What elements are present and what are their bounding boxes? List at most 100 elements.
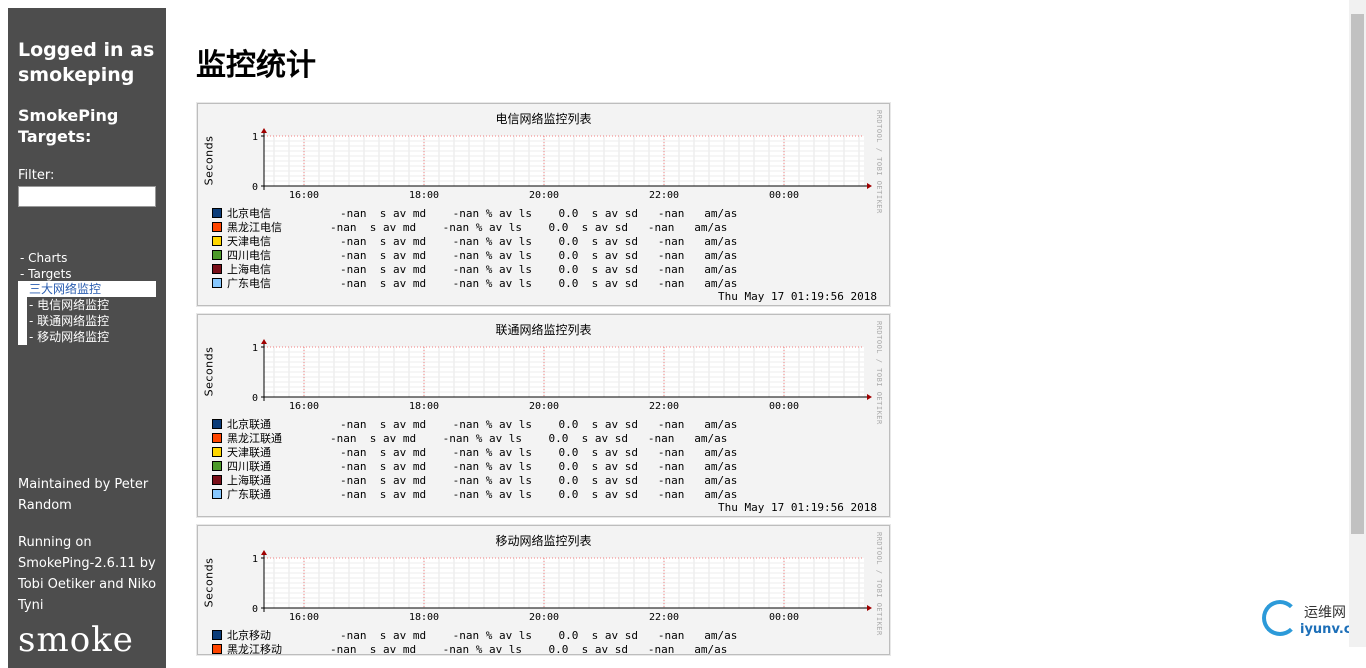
x-axis-arrow [867,605,872,611]
legend-row: 四川电信 -nan s av md -nan % av ls 0.0 s av s… [212,249,737,263]
watermark-logo-icon [1262,600,1298,636]
legend-swatch [212,236,222,246]
legend-stats: -nan s av md -nan % av ls 0.0 s av sd -n… [330,432,728,445]
graph-plot: 16:00 18:00 20:00 22:00 00:00 1 0 [252,339,872,412]
y-tick-label: 1 [252,554,258,565]
graph-timestamp: Thu May 17 01:19:56 2018 [718,290,877,303]
legend-row: 天津电信 -nan s av md -nan % av ls 0.0 s av s… [212,235,737,249]
legend-row: 天津联通 -nan s av md -nan % av ls 0.0 s av s… [212,446,737,460]
x-tick-label: 20:00 [529,190,559,201]
legend-label: 北京电信 [227,207,271,220]
x-axis-arrow [867,183,872,189]
watermark-cn: 运维网 [1304,605,1346,621]
legend-label: 上海电信 [227,263,271,276]
x-tick-label: 00:00 [769,401,799,412]
legend-stats: -nan s av md -nan % av ls 0.0 s av sd -n… [340,235,738,248]
x-tick-label: 18:00 [409,612,439,623]
legend-label: 广东联通 [227,488,271,501]
running-text: Running on SmokePing-2.6.11 by Tobi Oeti… [18,535,157,613]
x-tick-label: 20:00 [529,612,559,623]
legend-label: 天津联通 [227,446,271,459]
graph-timestamp: Thu May 17 01:19:56 2018 [718,501,877,514]
x-tick-label: 00:00 [769,612,799,623]
legend-row: 黑龙江联通 -nan s av md -nan % av ls 0.0 s av … [212,432,727,446]
menu-item-unicom[interactable]: - 联通网络监控 [27,313,156,329]
site-watermark: 运维网 iyunv.com [1262,598,1366,642]
maintainer-text: Maintained by Peter Random [18,477,149,513]
login-status: Logged in as smokeping [18,39,155,86]
sidebar-menu: - Charts - Targets [20,250,72,282]
legend-label: 广东电信 [227,277,271,290]
legend-label: 上海联通 [227,474,271,487]
legend-stats: -nan s av md -nan % av ls 0.0 s av sd -n… [330,221,728,234]
x-tick-label: 16:00 [289,612,319,623]
legend-swatch [212,222,222,232]
legend-swatch [212,208,222,218]
x-tick-label: 22:00 [649,190,679,201]
legend-stats: -nan s av md -nan % av ls 0.0 s av sd -n… [330,643,728,656]
legend-row: 黑龙江移动 -nan s av md -nan % av ls 0.0 s av … [212,643,727,657]
legend-label: 黑龙江电信 [227,221,282,234]
legend-stats: -nan s av md -nan % av ls 0.0 s av sd -n… [340,277,738,290]
legend-stats: -nan s av md -nan % av ls 0.0 s av sd -n… [340,249,738,262]
x-tick-label: 22:00 [649,401,679,412]
legend-row: 四川联通 -nan s av md -nan % av ls 0.0 s av s… [212,460,737,474]
legend-label: 四川联通 [227,460,271,473]
graph-mobile[interactable]: 移动网络监控列表 Seconds RRDTOOL / TOBI OETIKER … [196,524,891,657]
x-tick-label: 18:00 [409,190,439,201]
filter-input[interactable] [18,186,156,207]
x-tick-label: 16:00 [289,190,319,201]
graph-legend: 北京电信 -nan s av md -nan % av ls 0.0 s av s… [212,207,737,291]
legend-stats: -nan s av md -nan % av ls 0.0 s av sd -n… [340,488,738,501]
graph-legend: 北京联通 -nan s av md -nan % av ls 0.0 s av s… [212,418,737,502]
menu-item-active-group[interactable]: 三大网络监控 [18,281,156,297]
legend-stats: -nan s av md -nan % av ls 0.0 s av sd -n… [340,207,738,220]
sidebar: Logged in as smokeping SmokePing Targets… [8,8,166,668]
y-tick-label: 0 [252,393,258,404]
legend-label: 天津电信 [227,235,271,248]
legend-stats: -nan s av md -nan % av ls 0.0 s av sd -n… [340,474,738,487]
menu-item-telecom[interactable]: - 电信网络监控 [27,297,156,313]
legend-swatch [212,264,222,274]
legend-swatch [212,433,222,443]
legend-swatch [212,250,222,260]
page-title: 监控统计 [196,48,316,83]
legend-row: 北京电信 -nan s av md -nan % av ls 0.0 s av s… [212,207,737,221]
legend-row: 广东联通 -nan s av md -nan % av ls 0.0 s av s… [212,488,737,502]
legend-row: 北京联通 -nan s av md -nan % av ls 0.0 s av s… [212,418,737,432]
legend-row: 上海联通 -nan s av md -nan % av ls 0.0 s av s… [212,474,737,488]
legend-swatch [212,489,222,499]
legend-stats: -nan s av md -nan % av ls 0.0 s av sd -n… [340,460,738,473]
y-axis-arrow [261,550,267,555]
menu-item-targets[interactable]: - Targets [20,266,72,282]
targets-heading: SmokePing Targets: [18,106,119,146]
legend-label: 北京移动 [227,629,271,642]
y-axis-arrow [261,128,267,133]
menu-item-mobile[interactable]: - 移动网络监控 [27,329,156,345]
legend-swatch [212,644,222,654]
filter-label: Filter: [18,168,55,183]
y-tick-label: 0 [252,604,258,615]
x-tick-label: 20:00 [529,401,559,412]
graph-telecom[interactable]: 电信网络监控列表 Seconds RRDTOOL / TOBI OETIKER … [196,102,891,307]
legend-stats: -nan s av md -nan % av ls 0.0 s av sd -n… [340,418,738,431]
smokeping-logo: smoke [18,620,134,660]
legend-stats: -nan s av md -nan % av ls 0.0 s av sd -n… [340,629,738,642]
x-tick-label: 18:00 [409,401,439,412]
graph-unicom[interactable]: 联通网络监控列表 Seconds RRDTOOL / TOBI OETIKER … [196,313,891,518]
legend-swatch [212,461,222,471]
y-tick-label: 1 [252,132,258,143]
x-tick-label: 22:00 [649,612,679,623]
legend-row: 广东电信 -nan s av md -nan % av ls 0.0 s av s… [212,277,737,291]
targets-submenu: 三大网络监控 - 电信网络监控 - 联通网络监控 - 移动网络监控 [18,281,156,345]
legend-stats: -nan s av md -nan % av ls 0.0 s av sd -n… [340,263,738,276]
legend-label: 四川电信 [227,249,271,262]
scrollbar-thumb[interactable] [1351,14,1364,534]
y-tick-label: 0 [252,182,258,193]
legend-swatch [212,475,222,485]
legend-label: 黑龙江移动 [227,643,282,656]
menu-item-charts[interactable]: - Charts [20,250,72,266]
legend-label: 黑龙江联通 [227,432,282,445]
x-tick-label: 00:00 [769,190,799,201]
y-tick-label: 1 [252,343,258,354]
